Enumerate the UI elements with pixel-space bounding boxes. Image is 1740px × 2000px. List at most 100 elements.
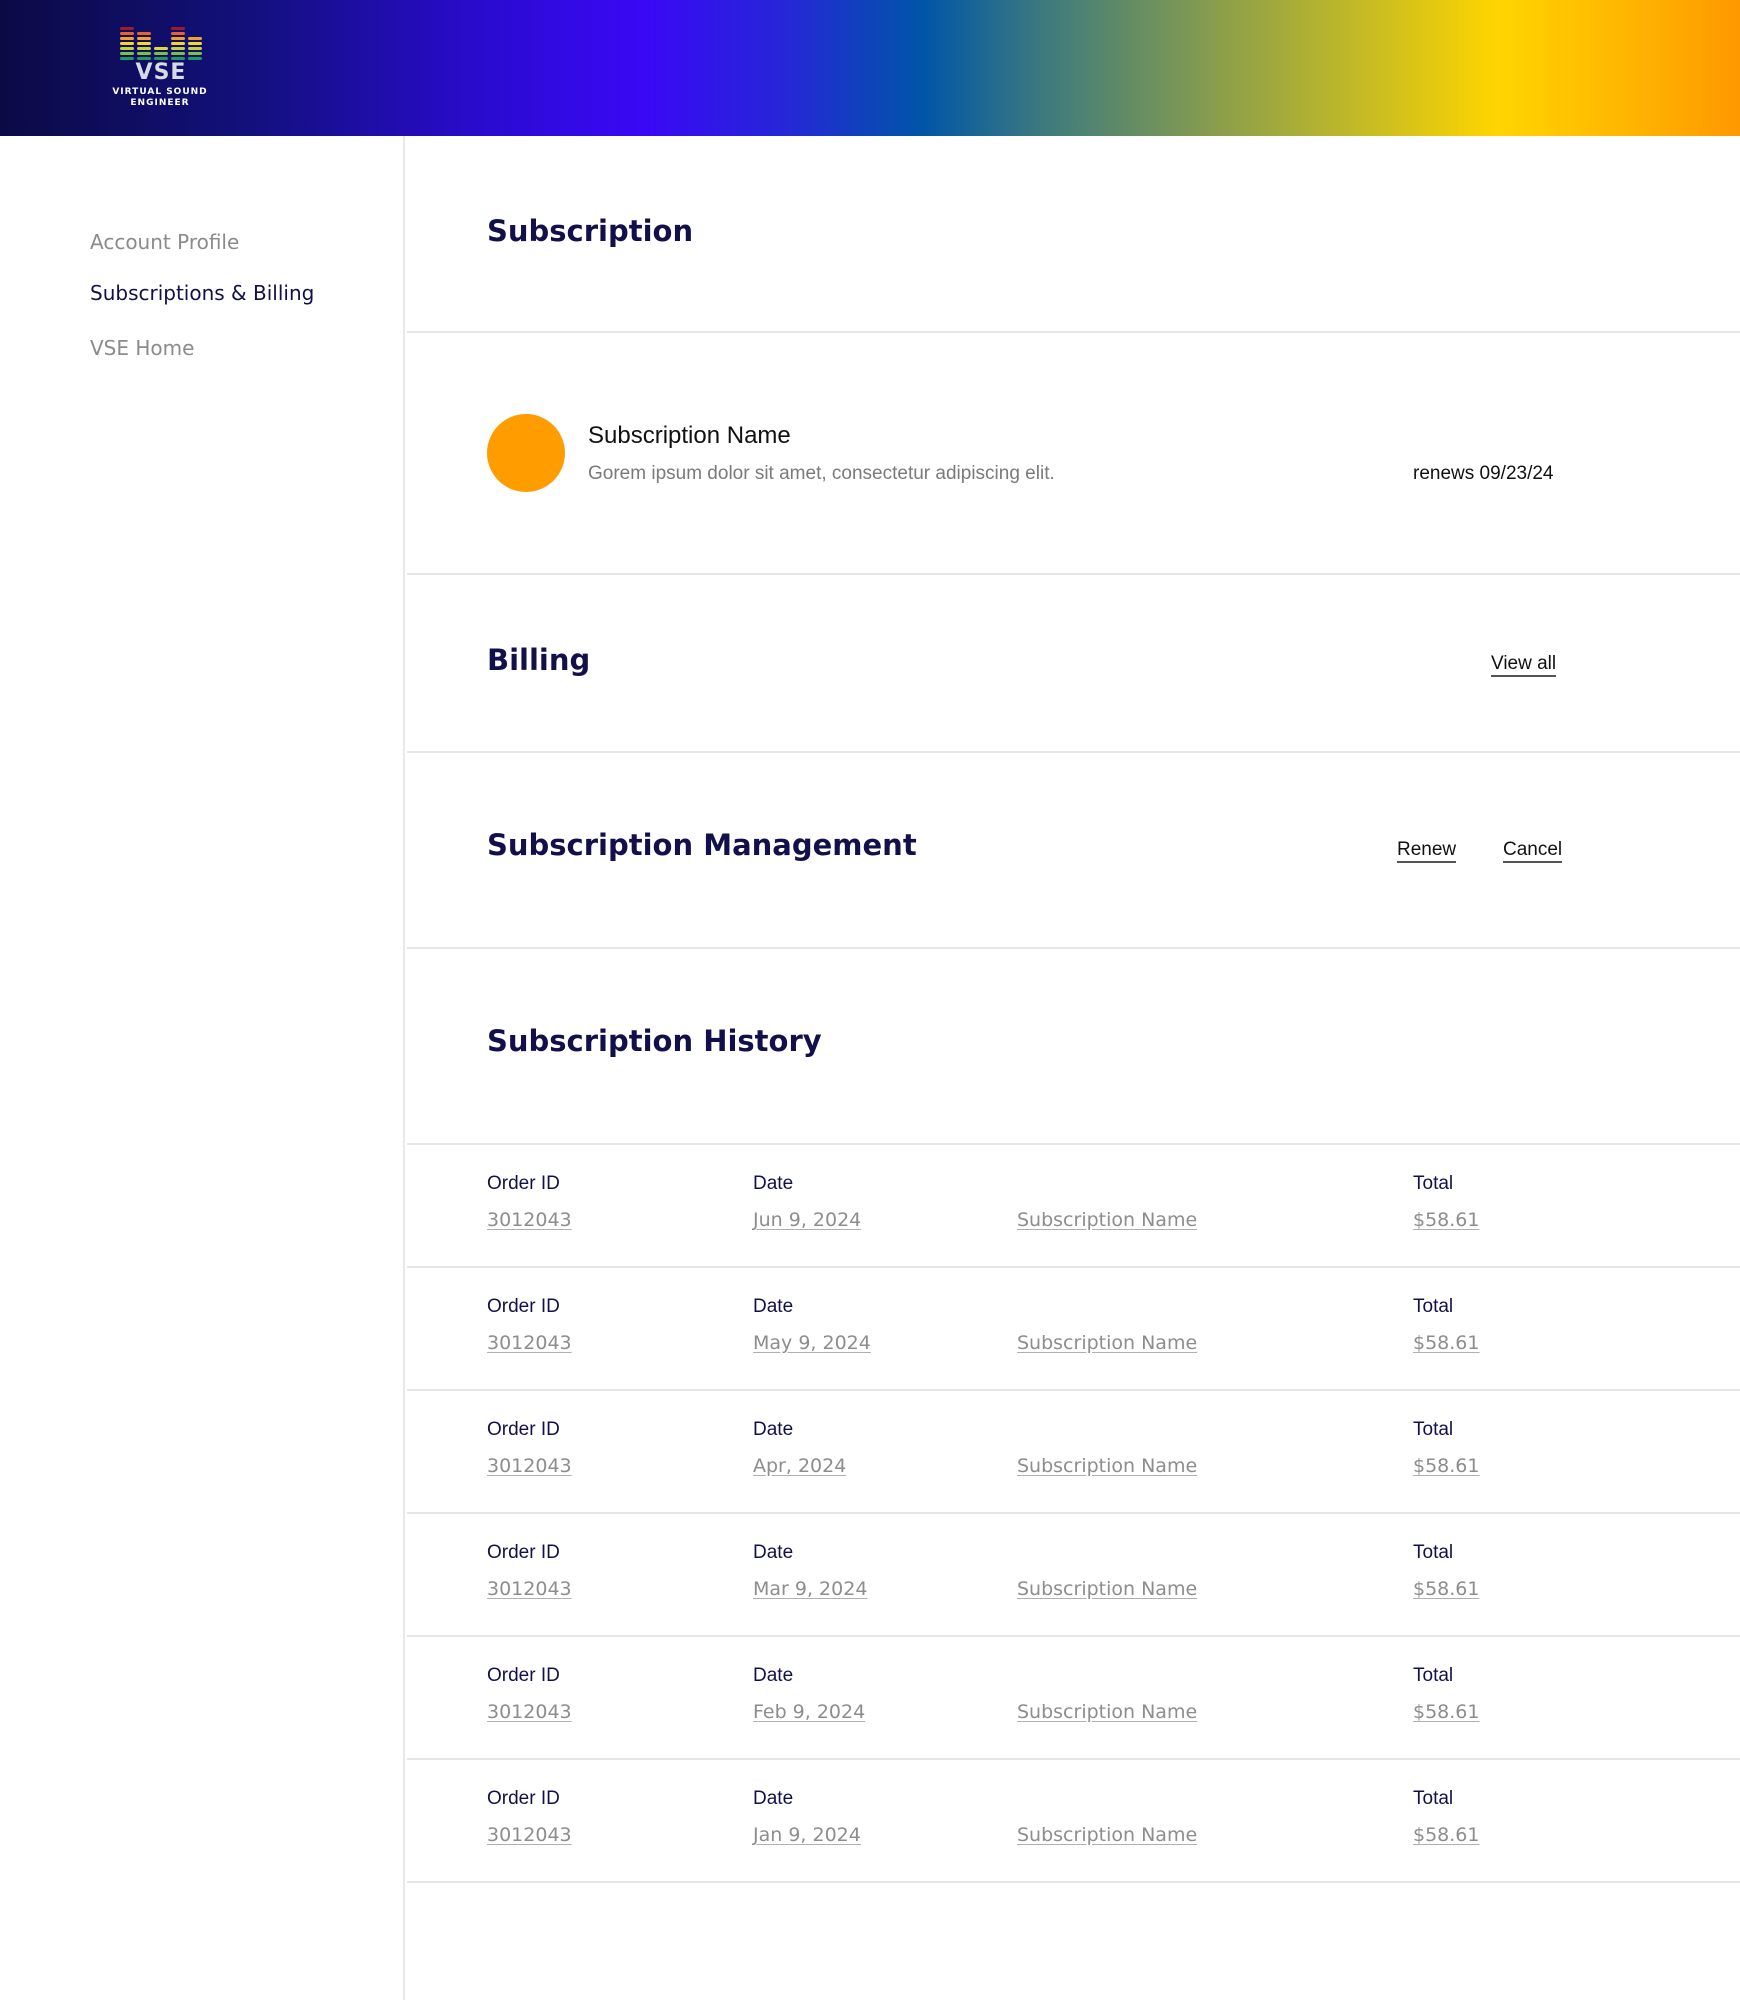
equalizer-segment xyxy=(120,36,134,40)
subscription-name-value[interactable]: Subscription Name xyxy=(1017,1209,1197,1231)
date-value[interactable]: Feb 9, 2024 xyxy=(753,1701,865,1723)
total-label: Total xyxy=(1413,1296,1454,1317)
equalizer-segment xyxy=(137,41,151,45)
total-label: Total xyxy=(1413,1173,1454,1194)
equalizer-segment xyxy=(171,26,185,30)
order-id-value[interactable]: 3012043 xyxy=(487,1332,572,1354)
order-id-value[interactable]: 3012043 xyxy=(487,1209,572,1231)
sidebar-item-account-profile[interactable]: Account Profile xyxy=(90,230,239,254)
equalizer-segment xyxy=(171,51,185,55)
vse-logo[interactable]: VSE VIRTUAL SOUND ENGINEER xyxy=(90,22,230,112)
total-value[interactable]: $58.61 xyxy=(1413,1701,1479,1723)
subscription-management-title: Subscription Management xyxy=(487,828,917,862)
equalizer-column xyxy=(171,26,185,60)
order-id-value[interactable]: 3012043 xyxy=(487,1455,572,1477)
subscription-history-title: Subscription History xyxy=(487,1024,822,1058)
history-row: Order ID 3012043 Date Jun 9, 2024 Subscr… xyxy=(407,1145,1740,1268)
date-value[interactable]: Jan 9, 2024 xyxy=(753,1824,861,1846)
subscription-name-value[interactable]: Subscription Name xyxy=(1017,1701,1197,1723)
date-label: Date xyxy=(753,1788,794,1809)
equalizer-segment xyxy=(137,51,151,55)
equalizer-segment xyxy=(154,46,168,50)
subscription-name: Subscription Name xyxy=(588,422,791,449)
subscription-description: Gorem ipsum dolor sit amet, consectetur … xyxy=(588,463,1055,484)
equalizer-segment xyxy=(137,46,151,50)
top-header: VSE VIRTUAL SOUND ENGINEER xyxy=(0,0,1740,136)
date-label: Date xyxy=(753,1665,794,1686)
subscription-name-value[interactable]: Subscription Name xyxy=(1017,1455,1197,1477)
subscription-name-value[interactable]: Subscription Name xyxy=(1017,1824,1197,1846)
subscription-name-value[interactable]: Subscription Name xyxy=(1017,1332,1197,1354)
view-all-link[interactable]: View all xyxy=(1491,654,1557,677)
equalizer-segment xyxy=(120,31,134,35)
equalizer-segment xyxy=(137,31,151,35)
equalizer-segment xyxy=(171,41,185,45)
equalizer-segment xyxy=(188,51,202,55)
renewal-date: renews 09/23/24 xyxy=(1413,463,1554,484)
date-label: Date xyxy=(753,1419,794,1440)
total-label: Total xyxy=(1413,1542,1454,1563)
equalizer-column xyxy=(137,31,151,60)
order-id-label: Order ID xyxy=(487,1173,560,1194)
logo-line-2: ENGINEER xyxy=(130,98,190,108)
order-id-value[interactable]: 3012043 xyxy=(487,1824,572,1846)
date-value[interactable]: Apr, 2024 xyxy=(753,1455,846,1477)
history-row: Order ID 3012043 Date Jan 9, 2024 Subscr… xyxy=(407,1760,1740,1883)
equalizer-column xyxy=(120,26,134,60)
equalizer-column xyxy=(154,46,168,60)
history-row: Order ID 3012043 Date Mar 9, 2024 Subscr… xyxy=(407,1514,1740,1637)
total-value[interactable]: $58.61 xyxy=(1413,1824,1479,1846)
divider xyxy=(407,573,1740,575)
renew-link[interactable]: Renew xyxy=(1397,840,1457,863)
subscription-name-value[interactable]: Subscription Name xyxy=(1017,1578,1197,1600)
divider xyxy=(407,947,1740,949)
order-id-label: Order ID xyxy=(487,1419,560,1440)
date-value[interactable]: May 9, 2024 xyxy=(753,1332,871,1354)
order-id-label: Order ID xyxy=(487,1296,560,1317)
order-id-label: Order ID xyxy=(487,1665,560,1686)
divider xyxy=(407,751,1740,753)
total-value[interactable]: $58.61 xyxy=(1413,1578,1479,1600)
subscription-title: Subscription xyxy=(487,214,694,248)
equalizer-segment xyxy=(188,36,202,40)
billing-title: Billing xyxy=(487,643,591,677)
logo-mark: VSE xyxy=(135,60,187,85)
date-label: Date xyxy=(753,1296,794,1317)
equalizer-segment xyxy=(120,51,134,55)
total-value[interactable]: $58.61 xyxy=(1413,1455,1479,1477)
sidebar: Account Profile Subscriptions & Billing … xyxy=(0,136,405,2000)
order-id-value[interactable]: 3012043 xyxy=(487,1578,572,1600)
date-value[interactable]: Mar 9, 2024 xyxy=(753,1578,867,1600)
equalizer-segment xyxy=(171,36,185,40)
logo-line-1: VIRTUAL SOUND xyxy=(112,87,208,97)
equalizer-bars-icon xyxy=(120,24,202,60)
date-label: Date xyxy=(753,1542,794,1563)
order-id-value[interactable]: 3012043 xyxy=(487,1701,572,1723)
divider xyxy=(407,1881,1740,1883)
equalizer-segment xyxy=(188,56,202,60)
history-row: Order ID 3012043 Date Feb 9, 2024 Subscr… xyxy=(407,1637,1740,1760)
history-row: Order ID 3012043 Date May 9, 2024 Subscr… xyxy=(407,1268,1740,1391)
total-label: Total xyxy=(1413,1665,1454,1686)
equalizer-segment xyxy=(120,56,134,60)
history-row: Order ID 3012043 Date Apr, 2024 Subscrip… xyxy=(407,1391,1740,1514)
equalizer-segment xyxy=(137,36,151,40)
divider xyxy=(407,331,1740,333)
equalizer-segment xyxy=(171,46,185,50)
equalizer-segment xyxy=(188,46,202,50)
equalizer-segment xyxy=(120,41,134,45)
subscription-icon xyxy=(487,414,565,492)
sidebar-item-subscriptions-billing[interactable]: Subscriptions & Billing xyxy=(90,281,314,305)
order-id-label: Order ID xyxy=(487,1788,560,1809)
total-value[interactable]: $58.61 xyxy=(1413,1209,1479,1231)
order-id-label: Order ID xyxy=(487,1542,560,1563)
sidebar-item-vse-home[interactable]: VSE Home xyxy=(90,336,194,360)
cancel-link[interactable]: Cancel xyxy=(1503,840,1563,863)
main-content: Subscription Subscription Name Gorem ips… xyxy=(407,136,1740,2000)
total-value[interactable]: $58.61 xyxy=(1413,1332,1479,1354)
date-value[interactable]: Jun 9, 2024 xyxy=(753,1209,861,1231)
equalizer-segment xyxy=(120,46,134,50)
equalizer-segment xyxy=(120,26,134,30)
total-label: Total xyxy=(1413,1788,1454,1809)
date-label: Date xyxy=(753,1173,794,1194)
